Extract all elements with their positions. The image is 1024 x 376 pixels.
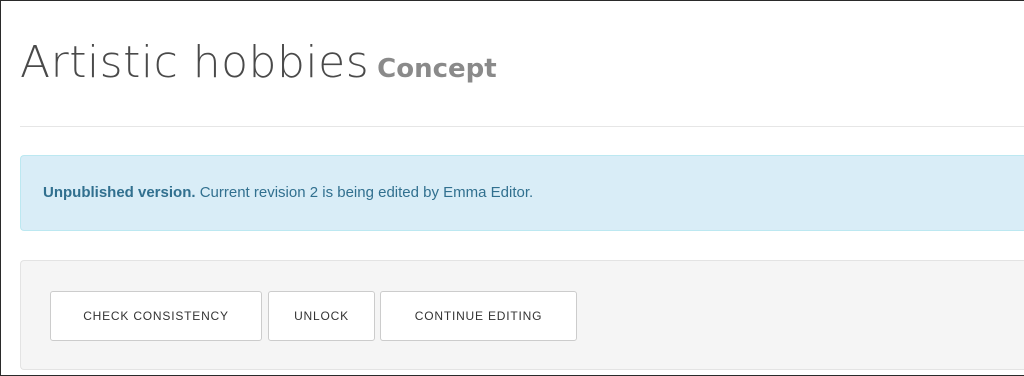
page-frame: Artistic hobbies Concept Unpublished vers… [0, 0, 1024, 376]
alert-message: Current revision 2 is being edited by Em… [195, 184, 534, 201]
page-header: Artistic hobbies Concept [20, 37, 497, 88]
continue-editing-button[interactable]: CONTINUE EDITING [380, 291, 577, 341]
alert-strong-text: Unpublished version. [43, 184, 196, 201]
actions-toolbar: CHECK CONSISTENCY UNLOCK CONTINUE EDITIN… [20, 260, 1024, 370]
check-consistency-button[interactable]: CHECK CONSISTENCY [50, 291, 262, 341]
page-subtitle-status: Concept [377, 54, 497, 84]
header-divider [20, 126, 1024, 127]
unlock-button[interactable]: UNLOCK [268, 291, 375, 341]
page-title: Artistic hobbies [20, 37, 370, 88]
unpublished-alert: Unpublished version. Current revision 2 … [20, 155, 1024, 231]
